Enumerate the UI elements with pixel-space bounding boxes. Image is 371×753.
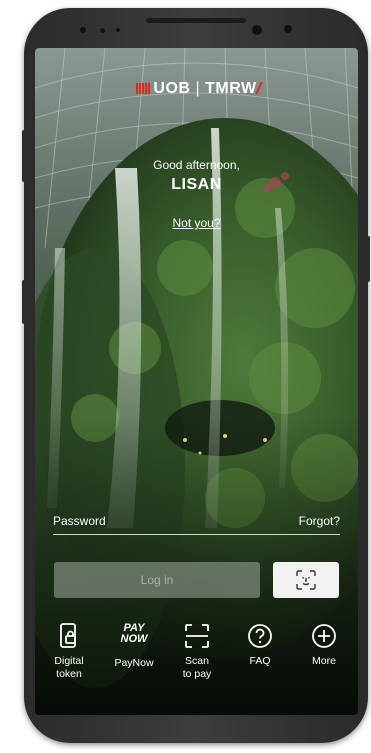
paynow-icon-text2: NOW <box>120 633 148 645</box>
bixby-button <box>22 280 26 324</box>
password-input[interactable] <box>113 512 282 534</box>
front-sensor <box>284 25 292 33</box>
logo-tmrw: TMRW <box>205 80 257 97</box>
paynow-icon: PAY NOW <box>102 623 166 651</box>
qa-paynow[interactable]: PAY NOW PayNow <box>102 623 166 670</box>
username-text: LISAN <box>171 176 222 193</box>
greeting-text: Good afternoon, <box>153 158 240 172</box>
forgot-password-link[interactable]: Forgot? <box>299 514 340 528</box>
power-button <box>366 236 370 282</box>
face-login-button[interactable] <box>273 562 339 598</box>
background-photo <box>35 48 358 715</box>
qa-faq-label: FAQ <box>249 655 271 667</box>
front-camera <box>252 25 262 35</box>
qa-faq[interactable]: FAQ <box>228 623 292 668</box>
logo-uob: UOB <box>153 80 191 97</box>
quick-actions-bar: Digital token PAY NOW PayNow Scan to pay <box>35 623 358 715</box>
sensor-dot <box>100 28 105 33</box>
qa-digital-token-line1: Digital <box>54 655 84 667</box>
volume-button <box>22 130 26 182</box>
qa-more[interactable]: More <box>292 623 356 668</box>
sensor-dot <box>80 27 86 33</box>
earpiece <box>146 18 246 23</box>
faq-icon <box>248 624 272 648</box>
qa-scan-to-pay[interactable]: Scan to pay <box>165 623 229 681</box>
plus-icon <box>312 624 336 648</box>
qa-digital-token-line2: token <box>56 668 82 680</box>
uob-tmrw-logo: UOB | TMRW <box>35 80 358 98</box>
digital-token-icon <box>60 623 76 648</box>
not-you-link[interactable]: Not you? <box>35 216 358 230</box>
phone-top-bezel <box>34 14 358 50</box>
qa-more-label: More <box>312 655 336 667</box>
qa-digital-token[interactable]: Digital token <box>37 623 101 681</box>
login-button[interactable]: Log in <box>54 562 260 598</box>
uob-flag-icon <box>136 83 151 94</box>
qa-scan-line2: to pay <box>182 668 212 680</box>
qa-scan-line1: Scan <box>185 655 209 667</box>
app-screen: UOB | TMRW Good afternoon, LISAN Not you? … <box>35 48 358 715</box>
scan-icon <box>185 624 209 648</box>
logo-separator: | <box>195 80 201 97</box>
sensor-dot <box>116 28 120 32</box>
password-label: Password <box>53 514 106 528</box>
qa-paynow-label: PayNow <box>114 657 154 669</box>
face-scan-icon <box>296 570 316 590</box>
password-field-row: Password Forgot? <box>53 512 340 535</box>
